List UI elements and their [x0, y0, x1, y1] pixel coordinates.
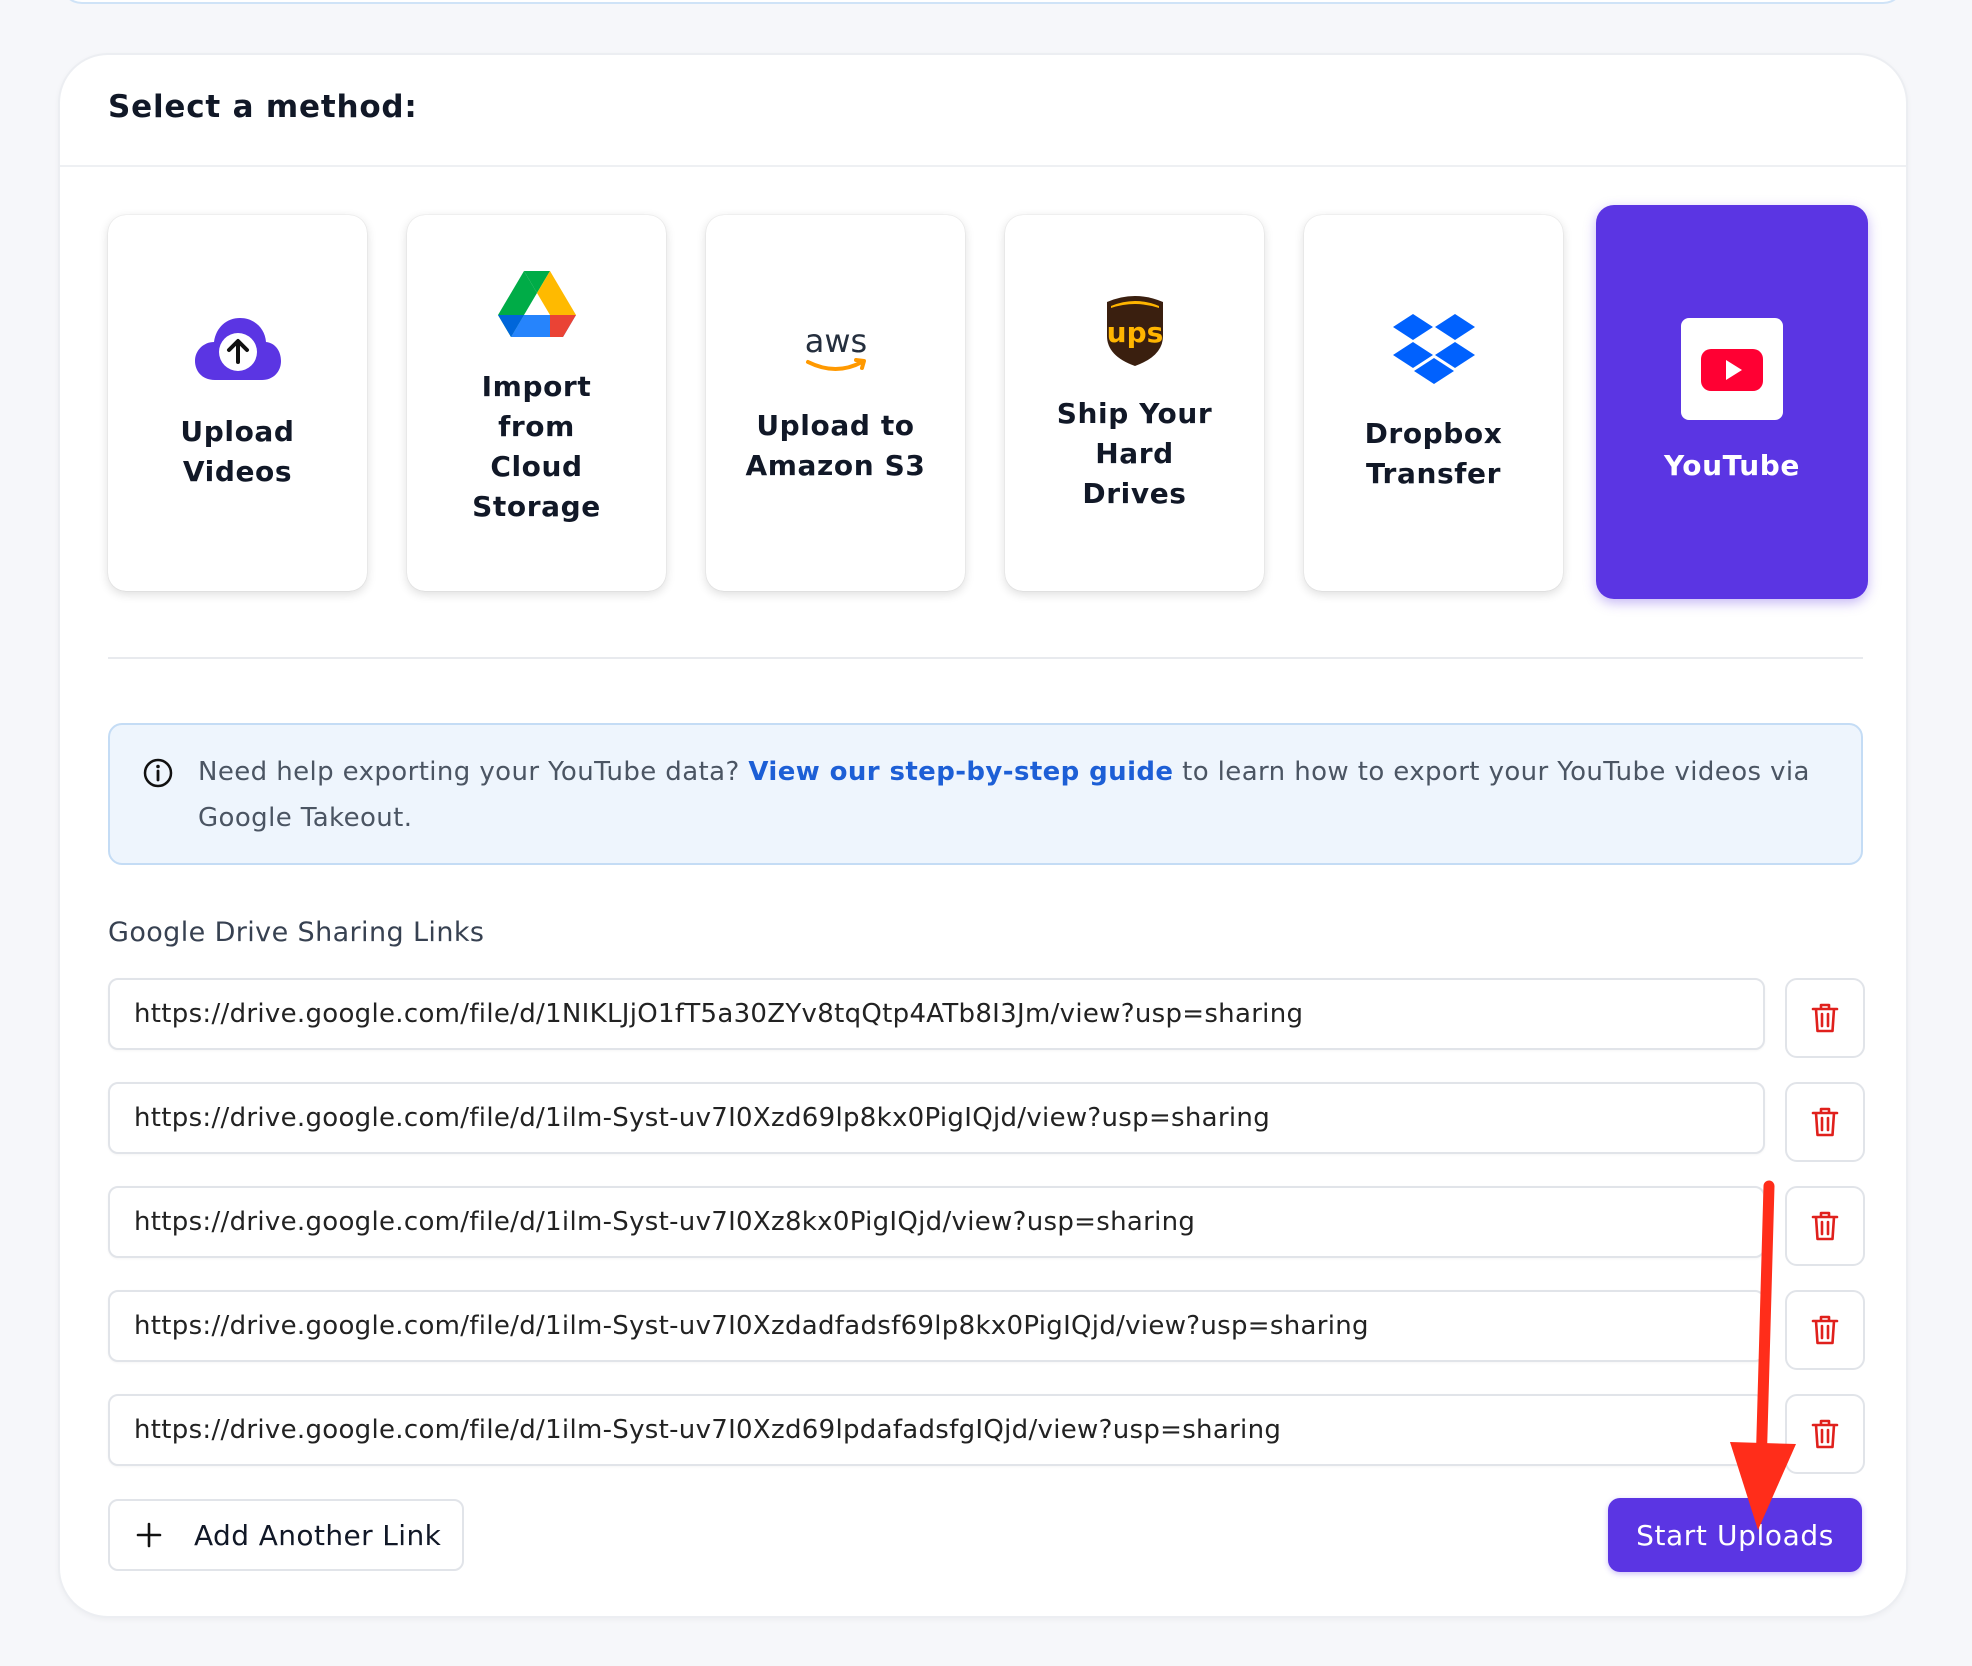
help-text: Need help exporting your YouTube data? V… — [198, 749, 1838, 841]
delete-link-button[interactable] — [1785, 1082, 1865, 1162]
method-label: Ship Your Hard Drives — [1056, 397, 1213, 510]
dropbox-icon — [1389, 312, 1479, 388]
sharing-links-label: Google Drive Sharing Links — [108, 917, 485, 948]
link-row — [108, 1290, 1865, 1370]
link-input[interactable] — [108, 1394, 1765, 1466]
section-divider — [108, 657, 1863, 659]
method-label: Import from Cloud Storage — [472, 370, 601, 523]
previous-panel-edge — [60, 0, 1905, 4]
info-icon — [142, 757, 174, 793]
cloud-upload-icon — [193, 314, 283, 386]
delete-link-button[interactable] — [1785, 1394, 1865, 1474]
method-tiles: Upload Videos Import from Cloud Storage — [108, 205, 1868, 605]
help-info-box: Need help exporting your YouTube data? V… — [108, 723, 1863, 865]
youtube-icon — [1681, 318, 1783, 420]
link-input[interactable] — [108, 978, 1765, 1050]
method-label: Dropbox Transfer — [1364, 417, 1503, 490]
method-upload-videos[interactable]: Upload Videos — [108, 215, 367, 591]
trash-icon — [1811, 1107, 1839, 1137]
link-input[interactable] — [108, 1082, 1765, 1154]
delete-link-button[interactable] — [1785, 978, 1865, 1058]
step-by-step-guide-link[interactable]: View our step-by-step guide — [748, 757, 1173, 787]
trash-icon — [1811, 1003, 1839, 1033]
link-row — [108, 1082, 1865, 1162]
method-import-cloud[interactable]: Import from Cloud Storage — [407, 215, 666, 591]
method-label: Upload to Amazon S3 — [745, 409, 926, 482]
start-uploads-button[interactable]: Start Uploads — [1608, 1498, 1862, 1572]
plus-icon — [134, 1520, 164, 1550]
help-text-before: Need help exporting your YouTube data? — [198, 757, 740, 787]
method-youtube[interactable]: YouTube — [1596, 205, 1868, 599]
method-amazon-s3[interactable]: aws Upload to Amazon S3 — [706, 215, 965, 591]
trash-icon — [1811, 1315, 1839, 1345]
aws-logo-text: aws — [804, 322, 866, 360]
add-link-label: Add Another Link — [194, 1518, 442, 1552]
method-label: Upload Videos — [180, 415, 295, 488]
aws-icon: aws — [796, 320, 876, 380]
method-card: Select a method: Upload Videos Import fr… — [58, 53, 1908, 1618]
method-label: YouTube — [1663, 449, 1801, 482]
method-dropbox[interactable]: Dropbox Transfer — [1304, 215, 1563, 591]
trash-icon — [1811, 1211, 1839, 1241]
delete-link-button[interactable] — [1785, 1186, 1865, 1266]
trash-icon — [1811, 1419, 1839, 1449]
link-input[interactable] — [108, 1290, 1765, 1362]
ups-logo-text: ups — [1106, 316, 1163, 349]
card-title: Select a method: — [108, 89, 418, 125]
link-row — [108, 1394, 1865, 1474]
link-input[interactable] — [108, 1186, 1765, 1258]
delete-link-button[interactable] — [1785, 1290, 1865, 1370]
card-header: Select a method: — [60, 55, 1906, 167]
google-drive-icon — [497, 269, 577, 341]
link-row — [108, 1186, 1865, 1266]
link-row — [108, 978, 1865, 1058]
ups-icon: ups — [1103, 292, 1167, 368]
method-ship-drives[interactable]: ups Ship Your Hard Drives — [1005, 215, 1264, 591]
add-another-link-button[interactable]: Add Another Link — [108, 1499, 464, 1571]
